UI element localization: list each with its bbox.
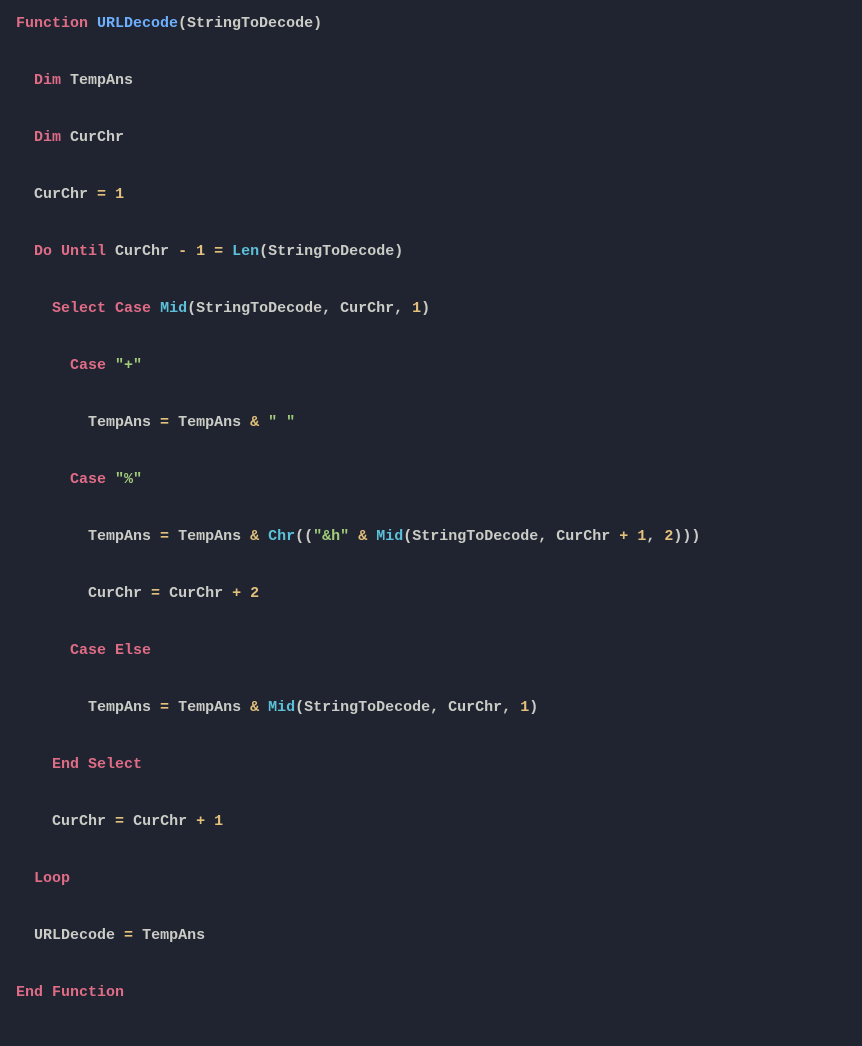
code-line: TempAns = TempAns & Mid(StringToDecode, …: [16, 694, 846, 723]
code-block: Function URLDecode(StringToDecode) Dim T…: [16, 10, 846, 1036]
code-line: Function URLDecode(StringToDecode): [16, 10, 846, 39]
code-line: Loop: [16, 865, 846, 894]
code-line: Case Else: [16, 637, 846, 666]
code-line: TempAns = TempAns & " ": [16, 409, 846, 438]
code-line: CurChr = 1: [16, 181, 846, 210]
code-line: Case "%": [16, 466, 846, 495]
code-line: URLDecode = TempAns: [16, 922, 846, 951]
code-line: End Select: [16, 751, 846, 780]
code-line: Do Until CurChr - 1 = Len(StringToDecode…: [16, 238, 846, 267]
code-line: CurChr = CurChr + 1: [16, 808, 846, 837]
code-line: Dim TempAns: [16, 67, 846, 96]
code-line: End Function: [16, 979, 846, 1008]
code-line: CurChr = CurChr + 2: [16, 580, 846, 609]
code-line: TempAns = TempAns & Chr(("&h" & Mid(Stri…: [16, 523, 846, 552]
code-line: Select Case Mid(StringToDecode, CurChr, …: [16, 295, 846, 324]
code-line: Case "+": [16, 352, 846, 381]
code-line: Dim CurChr: [16, 124, 846, 153]
